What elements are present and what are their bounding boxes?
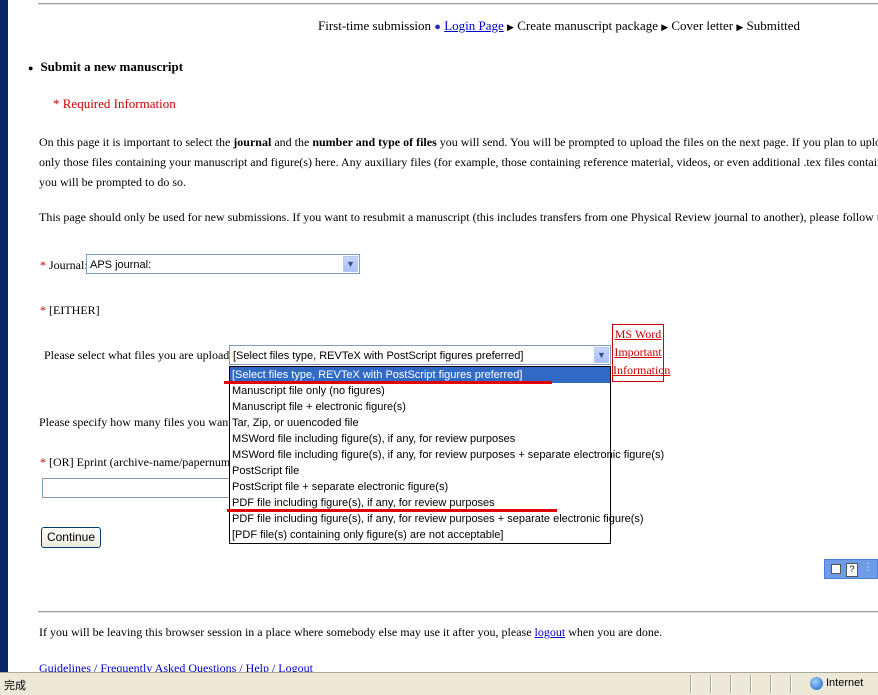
breadcrumb-login-link[interactable]: Login Page <box>444 18 504 33</box>
dropdown-option[interactable]: [PDF file(s) containing only figure(s) a… <box>230 527 610 543</box>
breadcrumb-step-cover: Cover letter <box>671 18 734 33</box>
dropdown-option[interactable]: PDF file including figure(s), if any, fo… <box>230 511 644 527</box>
file-type-select[interactable]: [Select files type, REVTeX with PostScri… <box>229 345 611 365</box>
current-step-bullet-icon: ● <box>434 21 441 33</box>
footer-links[interactable]: Guidelines / Frequently Asked Questions … <box>39 661 313 672</box>
keyboard-icon[interactable] <box>831 564 841 574</box>
globe-icon <box>810 677 823 690</box>
either-label: * [EITHER] <box>40 303 100 317</box>
bullet-icon: ● <box>28 63 34 73</box>
browser-content: First-time submission ● Login Page ▶ Cre… <box>8 0 878 672</box>
section-heading: ● Submit a new manuscript <box>28 59 184 74</box>
help-icon[interactable]: ? <box>846 563 858 577</box>
file-type-label: Please select what files you are uploadi… <box>44 348 245 362</box>
how-many-label: Please specify how many files you want t… <box>39 415 253 429</box>
annotation-underline <box>227 509 557 512</box>
arrow-right-icon: ▶ <box>736 22 744 32</box>
status-divider <box>710 675 712 693</box>
chevron-down-icon: ▼ <box>343 256 358 272</box>
status-text: 完成 <box>4 680 26 692</box>
intro-line-1: On this page it is important to select t… <box>39 135 878 149</box>
breadcrumb-step-first-time: First-time submission <box>318 18 432 33</box>
chevron-down-icon: ▼ <box>594 347 609 363</box>
important-link[interactable]: Important <box>613 343 663 361</box>
status-divider <box>790 675 792 693</box>
dropdown-option[interactable]: MSWord file including figure(s), if any,… <box>230 447 664 463</box>
file-type-dropdown-list[interactable]: [Select files type, REVTeX with PostScri… <box>229 366 664 544</box>
top-divider <box>38 3 878 5</box>
msword-link[interactable]: MS Word <box>613 325 663 343</box>
dropdown-option[interactable]: PostScript file <box>230 463 610 479</box>
intro-line-3: you will be prompted to do so. <box>39 175 186 189</box>
journal-label: * Journal: <box>40 258 88 272</box>
dropdown-option[interactable]: PostScript file + separate electronic fi… <box>230 479 610 495</box>
eprint-label: * [OR] Eprint (archive-name/papernum or … <box>40 455 252 469</box>
required-info: * Required Information <box>53 96 176 111</box>
breadcrumb: First-time submission ● Login Page ▶ Cre… <box>318 18 800 35</box>
logout-note: If you will be leaving this browser sess… <box>39 625 663 639</box>
dropdown-option[interactable]: Manuscript file + electronic figure(s) <box>230 399 610 415</box>
bottom-divider <box>38 611 878 613</box>
arrow-right-icon: ▶ <box>661 22 669 32</box>
breadcrumb-step-create: Create manuscript package <box>517 18 658 33</box>
information-link[interactable]: Information <box>613 361 670 379</box>
status-divider <box>750 675 752 693</box>
language-bar[interactable]: ? ⋮ <box>824 559 878 579</box>
annotation-underline <box>224 381 552 384</box>
journal-select[interactable]: APS journal: ▼ <box>86 254 360 274</box>
dropdown-option[interactable]: MSWord file including figure(s), if any,… <box>230 431 610 447</box>
eprint-input[interactable] <box>42 478 232 498</box>
options-icon[interactable]: ⋮ <box>863 562 873 573</box>
dropdown-option[interactable]: Tar, Zip, or uuencoded file <box>230 415 610 431</box>
status-divider <box>730 675 732 693</box>
arrow-right-icon: ▶ <box>507 22 514 32</box>
resubmit-note: This page should only be used for new su… <box>39 210 878 224</box>
zone-text: Internet <box>826 677 864 689</box>
intro-line-2: only those files containing your manuscr… <box>39 155 878 169</box>
status-divider <box>690 675 692 693</box>
continue-button[interactable]: Continue <box>41 527 101 548</box>
status-divider <box>770 675 772 693</box>
status-bar: 完成 Internet <box>0 672 878 695</box>
logout-link[interactable]: logout <box>535 625 566 639</box>
msword-info-box: MS Word Important Information <box>612 324 670 382</box>
breadcrumb-step-submitted: Submitted <box>746 18 800 33</box>
dropdown-option[interactable]: Manuscript file only (no figures) <box>230 383 610 399</box>
